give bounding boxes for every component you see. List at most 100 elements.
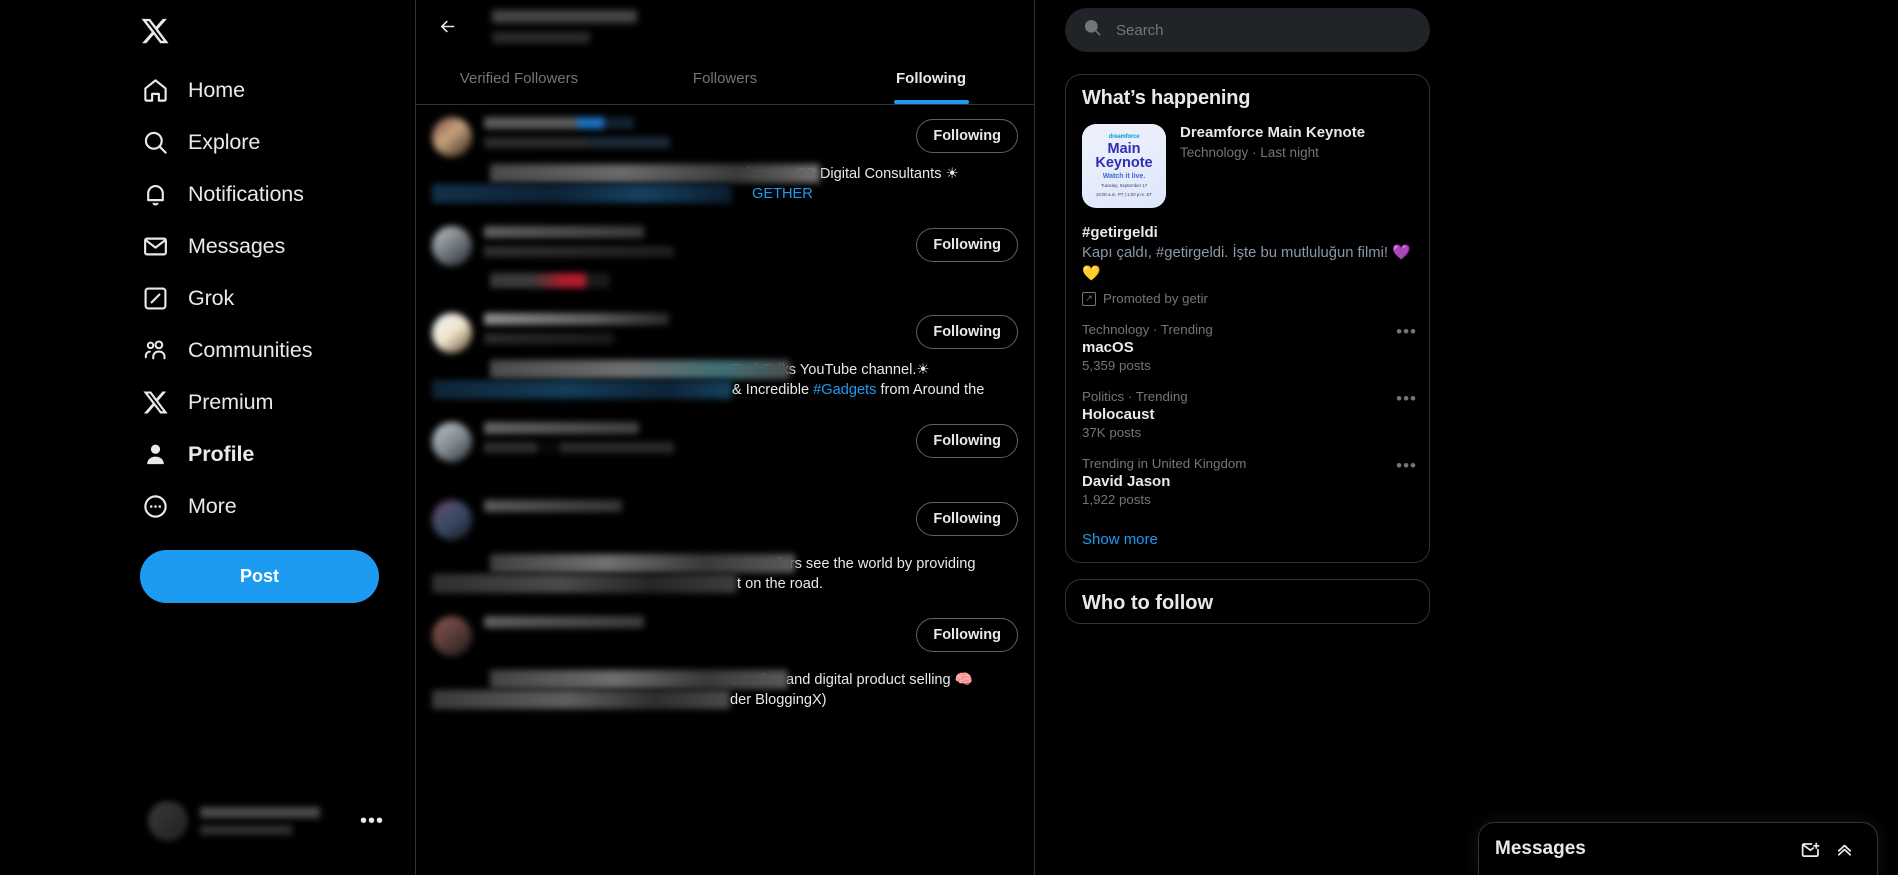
- bio-line-2-link[interactable]: GETHER: [752, 186, 813, 202]
- column-header: [416, 0, 1034, 53]
- user-bio: TechTalks YouTube channel.☀ & Incredible…: [432, 360, 1018, 400]
- x-logo-icon[interactable]: [140, 4, 194, 58]
- search-bar[interactable]: [1065, 8, 1430, 52]
- avatar[interactable]: [432, 117, 472, 157]
- sidebar-item-grok[interactable]: Grok: [140, 272, 248, 324]
- ellipsis-icon[interactable]: •••: [1396, 456, 1417, 476]
- avatar[interactable]: [432, 500, 472, 540]
- search-icon: [140, 127, 170, 157]
- trend-item-david-jason[interactable]: ••• Trending in United Kingdom David Jas…: [1066, 452, 1429, 519]
- promoted-by-label: Promoted by getir: [1103, 291, 1208, 306]
- promoted-event[interactable]: dreamforce Main Keynote Watch it live. T…: [1066, 118, 1429, 220]
- show-more-link[interactable]: Show more: [1066, 519, 1429, 562]
- list-item[interactable]: Following ion - ☀ SP Digital Consultants…: [416, 105, 1034, 214]
- follow-tabs: Verified Followers Followers Following: [416, 53, 1034, 105]
- who-to-follow-card: Who to follow: [1065, 579, 1430, 624]
- sidebar-item-label: Explore: [188, 129, 261, 154]
- trend-count: 1,922 posts: [1082, 492, 1151, 507]
- thumb-title-line2: Keynote: [1095, 155, 1153, 171]
- primary-sidebar: Home Explore Notifications Messages Grok: [0, 0, 415, 875]
- avatar[interactable]: [432, 226, 472, 266]
- trend-item-holocaust[interactable]: ••• Politics · Trending Holocaust 37K po…: [1066, 385, 1429, 452]
- list-item[interactable]: Following creation and digital product s…: [416, 604, 1034, 720]
- sidebar-item-notifications[interactable]: Notifications: [140, 168, 318, 220]
- main-column: Verified Followers Followers Following F…: [415, 0, 1035, 875]
- user-bio: r travelers see the world by providing t…: [432, 554, 1018, 594]
- sidebar-item-label: More: [188, 493, 237, 518]
- tab-followers[interactable]: Followers: [622, 53, 828, 104]
- tab-verified-followers[interactable]: Verified Followers: [416, 53, 622, 104]
- handle-redacted: [484, 137, 670, 148]
- avatar[interactable]: [432, 616, 472, 656]
- search-input[interactable]: [1116, 21, 1412, 39]
- list-item[interactable]: Following r travelers see the world by p…: [416, 488, 1034, 604]
- active-tab-underline: [893, 100, 969, 104]
- trend-category: Trending in United Kingdom: [1082, 456, 1247, 471]
- list-item[interactable]: Following: [416, 410, 1034, 488]
- handle-redacted: [484, 442, 674, 453]
- display-name-redacted: [484, 226, 644, 238]
- following-button[interactable]: Following: [916, 424, 1018, 458]
- tab-following[interactable]: Following: [828, 53, 1034, 104]
- thumb-date-1: Tuesday, September 17: [1100, 183, 1148, 188]
- trend-name: Holocaust: [1082, 406, 1155, 423]
- ellipsis-icon[interactable]: •••: [360, 811, 384, 831]
- user-bio: ion - ☀ SP Digital Consultants ☀ GETHER: [432, 164, 1018, 204]
- promoted-trend-getir[interactable]: #getirgeldi Kapı çaldı, #getirgeldi. İşt…: [1066, 220, 1429, 318]
- following-list: Following ion - ☀ SP Digital Consultants…: [416, 105, 1034, 720]
- following-button[interactable]: Following: [916, 315, 1018, 349]
- following-button[interactable]: Following: [916, 119, 1018, 153]
- hashtag-link[interactable]: #Gadgets: [813, 382, 876, 398]
- promoted-event-subtitle: Technology · Last night: [1180, 145, 1319, 160]
- sidebar-item-label: Grok: [188, 285, 235, 310]
- ellipsis-icon[interactable]: •••: [1396, 389, 1417, 409]
- page-title-redacted: [492, 10, 637, 43]
- promoted-event-title: Dreamforce Main Keynote: [1180, 124, 1366, 141]
- sidebar-item-label: Communities: [188, 337, 313, 362]
- whats-happening-title: What’s happening: [1082, 87, 1251, 109]
- sidebar-item-profile[interactable]: Profile: [140, 428, 268, 480]
- following-button[interactable]: Following: [916, 502, 1018, 536]
- trend-category: Politics · Trending: [1082, 389, 1188, 404]
- new-message-icon[interactable]: [1793, 832, 1827, 866]
- promoted-arrow-icon: ↗: [1082, 291, 1096, 306]
- trend-category: Technology · Trending: [1082, 322, 1213, 337]
- list-item[interactable]: Following TechTalks YouTube channel.☀ & …: [416, 301, 1034, 410]
- grok-icon: [140, 283, 170, 313]
- avatar[interactable]: [432, 422, 472, 462]
- sidebar-item-communities[interactable]: Communities: [140, 324, 326, 376]
- trend-item-macos[interactable]: ••• Technology · Trending macOS 5,359 po…: [1066, 318, 1429, 385]
- user-bio: creation and digital product selling 🧠 d…: [432, 670, 1018, 710]
- envelope-icon: [140, 231, 170, 261]
- messages-dock[interactable]: Messages: [1478, 822, 1878, 875]
- getir-hashtag: #getirgeldi: [1082, 224, 1158, 241]
- sidebar-item-explore[interactable]: Explore: [140, 116, 274, 168]
- ellipsis-icon[interactable]: •••: [1396, 322, 1417, 342]
- chevron-up-icon[interactable]: [1827, 832, 1861, 866]
- user-bio: [432, 273, 1018, 291]
- following-button[interactable]: Following: [916, 618, 1018, 652]
- display-name-redacted: [484, 117, 634, 129]
- bio-line-2: der BloggingX): [730, 692, 827, 708]
- avatar[interactable]: [432, 313, 472, 353]
- account-switcher[interactable]: •••: [140, 795, 392, 847]
- sidebar-item-label: Home: [188, 77, 245, 102]
- dreamforce-thumbnail: dreamforce Main Keynote Watch it live. T…: [1082, 124, 1166, 208]
- sidebar-item-more[interactable]: More: [140, 480, 251, 532]
- sidebar-item-home[interactable]: Home: [140, 64, 259, 116]
- following-button[interactable]: Following: [916, 228, 1018, 262]
- trend-name: macOS: [1082, 339, 1134, 356]
- post-button[interactable]: Post: [140, 550, 379, 603]
- list-item[interactable]: Following: [416, 214, 1034, 301]
- sidebar-item-label: Notifications: [188, 181, 304, 206]
- communities-icon: [140, 335, 170, 365]
- sidebar-item-messages[interactable]: Messages: [140, 220, 299, 272]
- sidebar-item-label: Profile: [188, 441, 255, 466]
- thumb-watch-live: Watch it live.: [1102, 173, 1146, 180]
- back-arrow-icon[interactable]: [430, 10, 464, 44]
- sidebar-item-label: Premium: [188, 389, 274, 414]
- sidebar-item-label: Messages: [188, 233, 286, 258]
- sidebar-item-premium[interactable]: Premium: [140, 376, 287, 428]
- home-icon: [140, 75, 170, 105]
- x-logo-icon: [140, 387, 170, 417]
